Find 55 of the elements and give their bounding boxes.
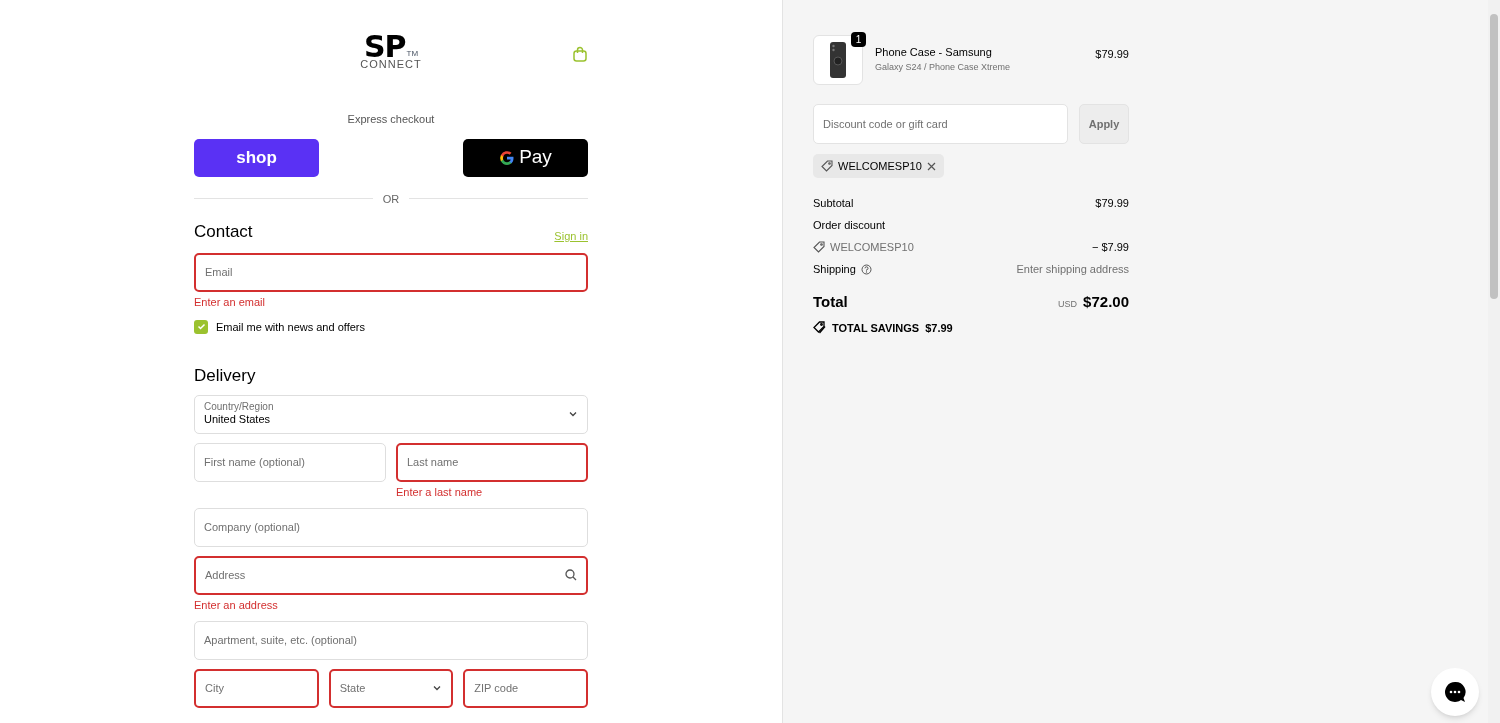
input-field[interactable]: Email — [194, 252, 588, 292]
product-price: $79.99 — [1095, 47, 1129, 62]
summary-value: $79.99 — [1095, 195, 1129, 211]
error-message: Enter a last name — [396, 484, 484, 499]
chat-button[interactable] — [1431, 668, 1479, 716]
input-field[interactable]: Company (optional) — [194, 507, 588, 547]
delivery-heading: Delivery — [194, 365, 257, 387]
select-field[interactable]: Country/Region United States — [194, 394, 588, 434]
google-icon — [499, 149, 516, 166]
checkbox[interactable] — [194, 319, 208, 334]
product-variant: Galaxy S24 / Phone Case Xtreme — [875, 61, 1012, 73]
input-field[interactable]: First name (optional) — [194, 442, 386, 482]
tags-icon — [813, 321, 826, 335]
shop-pay-button[interactable]: shop — [194, 138, 319, 177]
search-icon — [565, 569, 577, 581]
summary-label: Subtotal — [813, 195, 854, 211]
total-savings-amount: $7.99 — [925, 320, 953, 336]
input-field[interactable]: Apartment, suite, etc. (optional) — [194, 620, 588, 660]
check-icon — [196, 322, 206, 332]
apply-button[interactable]: Apply — [1079, 104, 1129, 144]
summary-label: Order discount — [813, 217, 886, 233]
total-savings-label: TOTAL SAVINGS — [832, 320, 920, 336]
summary-value: − $7.99 — [1092, 239, 1129, 255]
summary-label: Shipping — [813, 261, 856, 277]
currency-code: USD — [1058, 298, 1078, 311]
product-name: Phone Case - Samsung — [875, 46, 993, 60]
express-checkout-title: Express checkout — [346, 112, 436, 127]
chat-icon — [1444, 681, 1466, 703]
phone-case-icon — [829, 41, 847, 79]
error-message: Enter an address — [194, 597, 279, 612]
google-pay-button[interactable]: Pay — [463, 138, 588, 177]
total-amount: $72.00 — [1083, 292, 1129, 312]
input-field[interactable]: City — [194, 668, 319, 708]
input-field[interactable]: ZIP code — [463, 668, 588, 708]
discount-code: WELCOMESP10 — [830, 239, 914, 255]
checkbox-label: Email me with news and offers — [216, 319, 365, 335]
discount-code: WELCOMESP10 — [838, 158, 922, 174]
total-label: Total — [813, 292, 848, 312]
chevron-down-icon — [568, 409, 578, 419]
summary-value: Enter shipping address — [1016, 261, 1129, 277]
error-message: Enter an email — [194, 294, 266, 309]
search-field[interactable]: Address — [194, 555, 588, 595]
contact-heading: Contact — [194, 221, 253, 243]
discount-field[interactable]: Discount code or gift card — [813, 104, 1068, 144]
help-icon[interactable] — [860, 263, 872, 275]
chevron-down-icon — [432, 683, 443, 693]
logo: SPTM CONNECT — [360, 36, 422, 72]
quantity-badge: 1 — [851, 32, 866, 47]
input-field[interactable]: Last name — [396, 442, 588, 482]
or-divider-text: OR — [382, 191, 400, 207]
scrollbar[interactable] — [1488, 0, 1500, 723]
close-icon[interactable] — [926, 161, 936, 171]
select-field[interactable]: State — [328, 668, 454, 708]
tag-icon — [821, 160, 833, 172]
tag-icon — [813, 241, 825, 253]
